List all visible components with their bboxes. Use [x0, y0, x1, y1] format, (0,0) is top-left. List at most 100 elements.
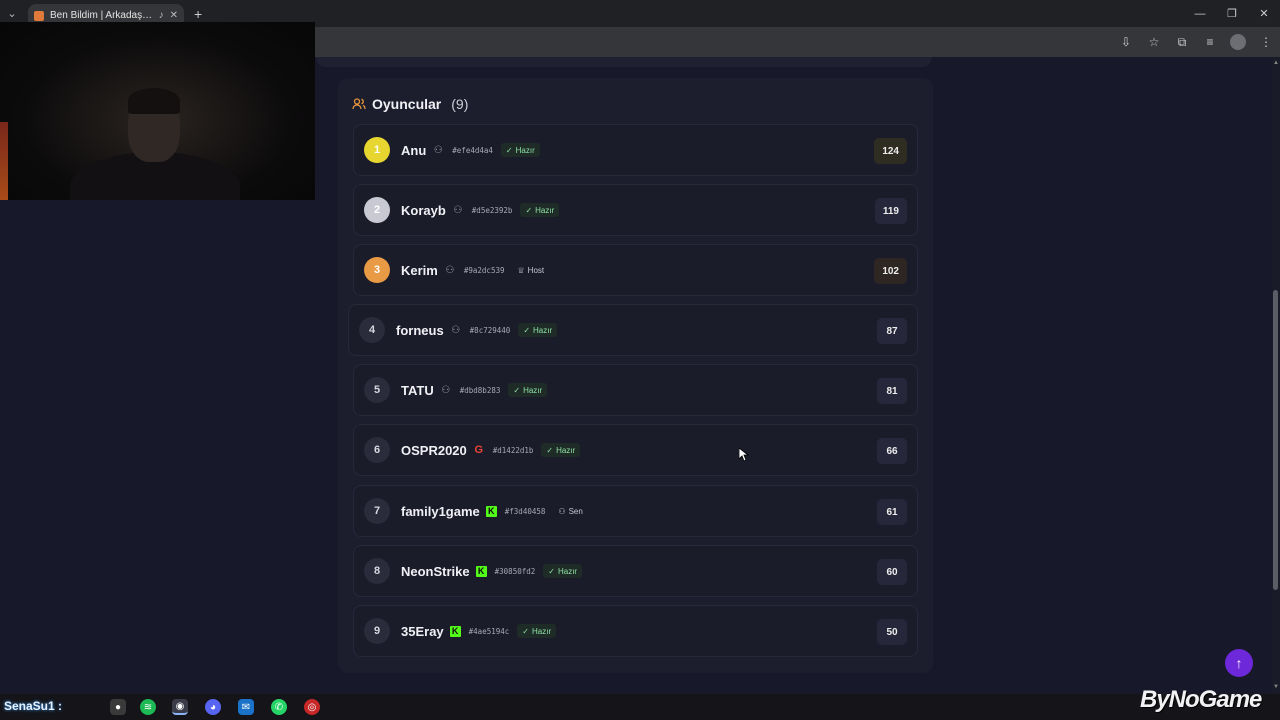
player-row: 2 Korayb ⚇ #d5e2392b ✓ Hazır 119	[353, 184, 918, 236]
player-row: 5 TATU ⚇ #dbd8b283 ✓ Hazır 81	[353, 364, 918, 416]
player-count: (9)	[451, 96, 469, 112]
status-label: Hazır	[515, 145, 535, 155]
player-rank-badge: 4	[359, 317, 385, 343]
user-icon: ⚇	[453, 204, 463, 216]
speaker-icon[interactable]: ♪	[159, 10, 164, 21]
profile-avatar-icon[interactable]	[1230, 34, 1246, 50]
previous-card-edge	[316, 57, 932, 67]
player-rank-badge: 3	[364, 257, 390, 283]
recording-app-icon[interactable]: ◎	[304, 699, 320, 715]
kick-icon: K	[475, 565, 487, 577]
status-badge: ✓ Hazır	[508, 383, 548, 397]
player-score: 81	[877, 378, 907, 404]
scroll-down-arrow-icon[interactable]: ▼	[1273, 684, 1279, 690]
players-panel-header: Oyuncular (9)	[352, 95, 468, 113]
users-icon	[352, 97, 366, 111]
watermark-logo: ByNoGame	[1140, 686, 1262, 713]
site-favicon-icon	[34, 10, 44, 21]
tab-title: Ben Bildim | Arkadaşlarınla	[50, 10, 153, 21]
back-to-top-button[interactable]: ↑	[1225, 649, 1253, 677]
check-circle-icon: ✓	[505, 145, 513, 155]
player-id: #efe4d4a4	[452, 145, 493, 155]
status-label: Hazır	[523, 385, 543, 395]
player-row: 3 Kerim ⚇ #9a2dc539 ♕ Host 102	[353, 244, 918, 296]
player-name: family1game	[401, 503, 480, 519]
player-score: 66	[877, 438, 907, 464]
status-badge: ✓ Hazır	[543, 564, 583, 578]
status-badge: ✓ Hazır	[541, 443, 581, 457]
player-score: 102	[874, 258, 907, 284]
player-id: #dbd8b283	[459, 385, 501, 395]
new-tab-button[interactable]: +	[194, 6, 202, 22]
player-id: #d5e2392b	[471, 205, 513, 215]
close-window-button[interactable]: ✕	[1248, 0, 1280, 27]
player-rank-badge: 8	[364, 558, 390, 584]
stream-overlay-text: SenaSu1 :	[4, 699, 63, 713]
player-name: TATU	[401, 382, 434, 398]
scroll-up-arrow-icon[interactable]: ▲	[1273, 60, 1279, 66]
app-icon[interactable]: ●	[110, 699, 126, 715]
player-rank-badge: 1	[364, 137, 390, 163]
media-control-icon[interactable]: ≡	[1202, 34, 1218, 50]
scrollbar-thumb[interactable]	[1273, 290, 1278, 590]
page-title: Oyuncular	[372, 96, 442, 112]
browser-menu-icon[interactable]: ⋮	[1258, 34, 1274, 50]
status-label: Hazır	[556, 445, 576, 455]
status-badge: ⚇ Sen	[553, 504, 587, 518]
kick-icon: K	[449, 625, 461, 637]
outlook-icon[interactable]: ✉	[238, 699, 254, 715]
status-badge: ✓ Hazır	[518, 323, 558, 337]
install-app-icon[interactable]: ⇩	[1118, 34, 1134, 50]
spotify-icon[interactable]: ≋	[140, 699, 156, 715]
status-label: Sen	[568, 506, 583, 516]
player-row: 7 family1game K #f3d40458 ⚇ Sen 61	[353, 485, 918, 537]
player-name: NeonStrike	[401, 563, 470, 579]
player-score: 60	[877, 559, 907, 585]
google-icon: G	[474, 444, 484, 456]
player-name: Anu	[401, 142, 427, 158]
window-controls: — ❐ ✕	[1184, 0, 1280, 27]
status-badge: ✓ Hazır	[520, 203, 560, 217]
restore-button[interactable]: ❐	[1216, 0, 1248, 27]
webcam-overlay	[0, 22, 315, 200]
whatsapp-icon[interactable]: ✆	[271, 699, 287, 715]
player-score: 50	[877, 619, 907, 645]
minimize-button[interactable]: —	[1184, 0, 1216, 27]
mouse-cursor-icon	[739, 448, 749, 462]
player-row: 8 NeonStrike K #30850fd2 ✓ Hazır 60	[353, 545, 918, 597]
check-circle-icon: ✓	[522, 626, 529, 636]
status-badge: ✓ Hazır	[517, 624, 557, 638]
tab-close-icon[interactable]: ✕	[170, 10, 178, 21]
player-rank-badge: 6	[364, 437, 390, 463]
player-row: 6 OSPR2020 G #d1422d1b ✓ Hazır 66	[353, 424, 918, 476]
crown-icon: ♕	[517, 265, 525, 275]
player-rank-badge: 7	[364, 498, 390, 524]
player-rank-badge: 2	[364, 197, 390, 223]
extensions-icon[interactable]: ⧉	[1174, 34, 1190, 50]
user-icon: ⚇	[441, 384, 451, 396]
webcam-person-hair	[128, 88, 180, 114]
player-id: #30850fd2	[494, 566, 536, 576]
player-name: 35Eray	[401, 623, 444, 639]
bookmark-star-icon[interactable]: ☆	[1146, 34, 1162, 50]
player-score: 124	[874, 138, 907, 164]
user-icon: ⚇	[433, 144, 443, 156]
taskbar	[0, 694, 1280, 720]
check-circle-icon: ✓	[548, 566, 555, 576]
user-icon: ⚇	[558, 506, 566, 516]
discord-icon[interactable]: ◕	[205, 699, 221, 715]
player-score: 61	[877, 499, 907, 525]
status-label: Host	[527, 265, 545, 275]
chrome-icon[interactable]: ◉	[172, 699, 188, 715]
status-label: Hazır	[533, 325, 553, 335]
player-name: Korayb	[401, 202, 446, 218]
player-score: 119	[874, 198, 907, 224]
player-row: 1 Anu ⚇ #efe4d4a4 ✓ Hazır 124	[353, 124, 918, 176]
check-circle-icon: ✓	[546, 445, 554, 455]
kick-icon: K	[485, 505, 497, 517]
player-id: #d1422d1b	[492, 445, 534, 455]
status-badge: ✓ Hazır	[500, 143, 540, 157]
player-name: forneus	[396, 322, 444, 338]
player-id: #9a2dc539	[463, 265, 505, 275]
player-name: Kerim	[401, 262, 438, 278]
